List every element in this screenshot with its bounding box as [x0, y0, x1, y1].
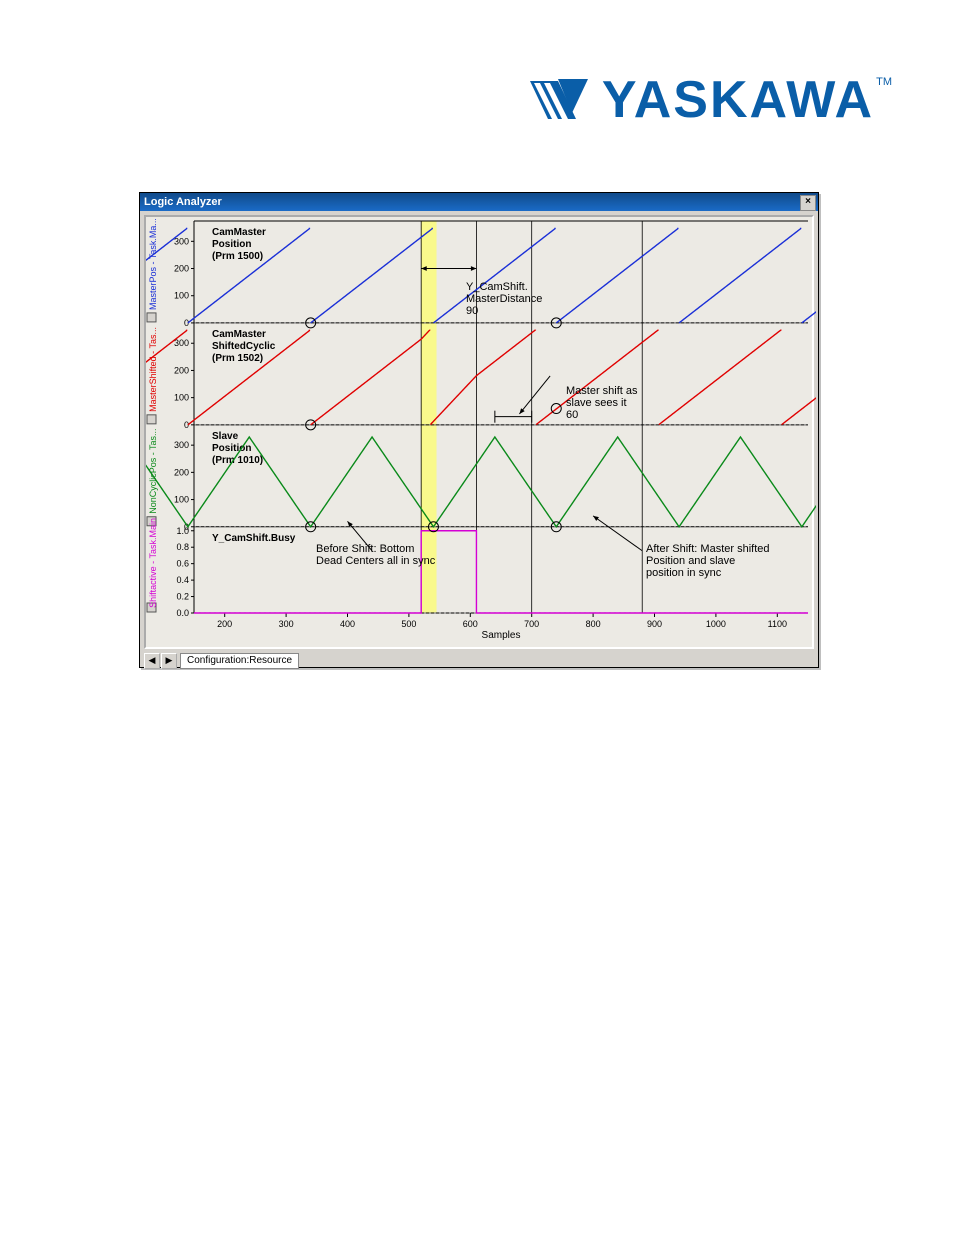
svg-text:(Prm 1500): (Prm 1500): [212, 251, 263, 262]
svg-text:0.6: 0.6: [176, 559, 189, 569]
svg-text:1000: 1000: [706, 619, 726, 629]
annotation-after: After Shift: Master shifted Position and…: [646, 543, 770, 579]
svg-text:200: 200: [217, 619, 232, 629]
trademark-icon: TM: [876, 76, 892, 88]
svg-text:200: 200: [174, 264, 189, 274]
svg-text:Position: Position: [212, 239, 251, 250]
svg-text:(Prm 1502): (Prm 1502): [212, 353, 263, 364]
annotation-before: Before Shift: Bottom Dead Centers all in…: [316, 543, 435, 567]
tab-next-button[interactable]: ▶: [161, 653, 177, 669]
svg-text:300: 300: [279, 619, 294, 629]
yaskawa-wordmark: YASKAWA: [602, 70, 874, 130]
plot-area: MasterPos - Task.Ma...0100200300CamMaste…: [144, 215, 814, 649]
svg-text:0.0: 0.0: [176, 608, 189, 618]
svg-text:100: 100: [174, 495, 189, 505]
svg-text:800: 800: [586, 619, 601, 629]
svg-text:CamMaster: CamMaster: [212, 329, 266, 340]
svg-text:0.8: 0.8: [176, 542, 189, 552]
sheet-tab-bar: ◀ ▶ Configuration:Resource: [144, 653, 814, 669]
close-icon[interactable]: ×: [800, 195, 816, 211]
svg-text:300: 300: [174, 236, 189, 246]
svg-text:Shiftactive - Task.Main: Shiftactive - Task.Main: [148, 518, 158, 608]
svg-text:Position: Position: [212, 443, 251, 454]
window-titlebar[interactable]: Logic Analyzer ×: [140, 193, 818, 211]
annotation-masterdistance: Y_CamShift. MasterDistance 90: [466, 281, 542, 317]
svg-text:100: 100: [174, 393, 189, 403]
yaskawa-logo: YASKAWA TM: [528, 70, 874, 130]
svg-text:1100: 1100: [768, 619, 787, 629]
svg-text:200: 200: [174, 365, 189, 375]
svg-text:300: 300: [174, 440, 189, 450]
svg-text:ShiftedCyclic: ShiftedCyclic: [212, 341, 276, 352]
tab-prev-button[interactable]: ◀: [144, 653, 160, 669]
svg-text:500: 500: [401, 619, 416, 629]
svg-text:MasterPos - Task.Ma...: MasterPos - Task.Ma...: [148, 218, 158, 310]
svg-text:1.0: 1.0: [176, 526, 189, 536]
svg-text:CamMaster: CamMaster: [212, 227, 266, 238]
svg-text:(Prm 1010): (Prm 1010): [212, 455, 263, 466]
svg-text:600: 600: [463, 619, 478, 629]
window-title: Logic Analyzer: [144, 196, 222, 208]
svg-text:Samples: Samples: [482, 630, 521, 641]
svg-text:400: 400: [340, 619, 355, 629]
svg-text:0.4: 0.4: [176, 575, 189, 585]
logic-analyzer-window: Logic Analyzer × MasterPos - Task.Ma... 0…: [139, 192, 819, 668]
svg-text:200: 200: [174, 467, 189, 477]
svg-text:Slave: Slave: [212, 431, 239, 442]
annotation-mastershift: Master shift as slave sees it 60: [566, 385, 638, 421]
svg-text:0.2: 0.2: [176, 592, 189, 602]
svg-text:MasterShifted - Tas...: MasterShifted - Tas...: [148, 327, 158, 412]
svg-text:300: 300: [174, 338, 189, 348]
svg-text:100: 100: [174, 291, 189, 301]
svg-text:Y_CamShift.Busy: Y_CamShift.Busy: [212, 533, 296, 544]
yaskawa-mark-icon: [528, 75, 592, 125]
sheet-tab[interactable]: Configuration:Resource: [180, 653, 299, 669]
svg-text:700: 700: [524, 619, 539, 629]
svg-text:900: 900: [647, 619, 662, 629]
